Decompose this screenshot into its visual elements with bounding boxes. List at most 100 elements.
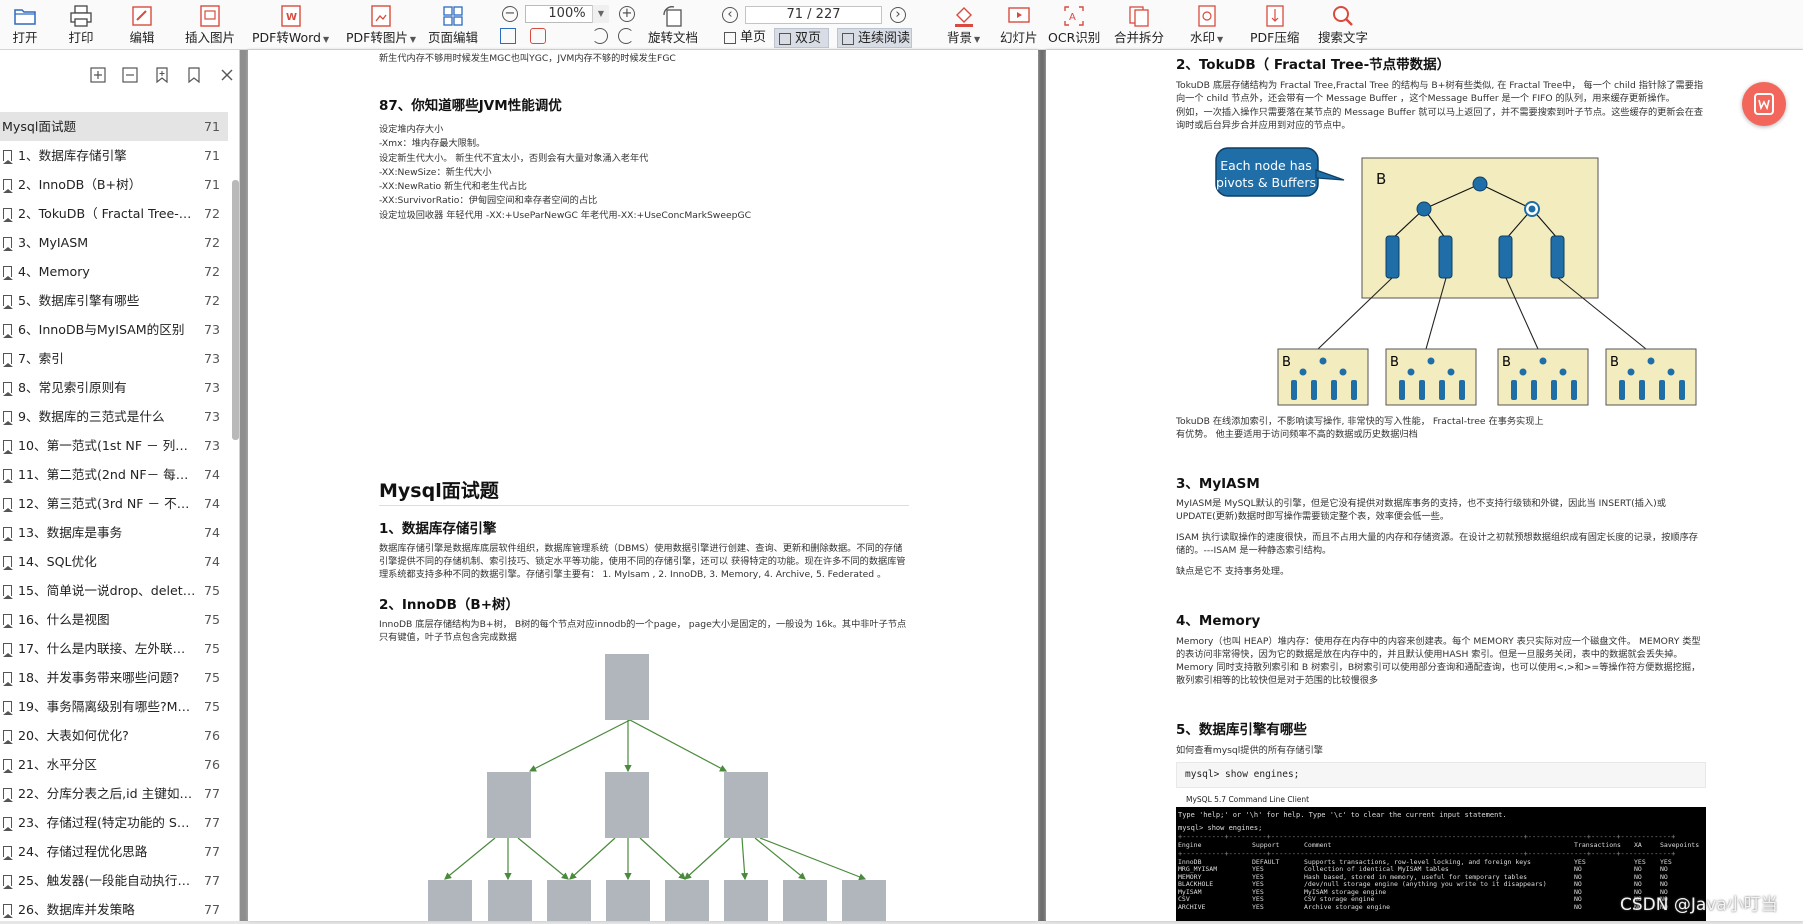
next-page-button[interactable]: ›	[890, 7, 906, 23]
background-button[interactable]: 背景 ▼	[947, 3, 980, 47]
search-text-button[interactable]: 搜索文字	[1318, 3, 1368, 45]
add-bookmark-icon[interactable]	[153, 66, 171, 84]
outline-item[interactable]: 15、简单说一说drop、delete... 75	[0, 576, 228, 605]
previous-page-button[interactable]: ‹	[722, 7, 738, 23]
outline-item[interactable]: 25、触发器(一段能自动执行的... 77	[0, 866, 228, 895]
bookmark-icon[interactable]	[185, 66, 203, 84]
outline-item[interactable]: 12、第三范式(3rd NF － 不存... 74	[0, 489, 228, 518]
zoom-in-button[interactable]: +	[619, 6, 635, 22]
leaf-pivot	[1319, 357, 1327, 365]
pdf-to-word-button[interactable]: W PDF转Word ▼	[252, 3, 329, 47]
bookmark-icon	[3, 527, 13, 541]
zoom-dropdown-icon[interactable]: ▼	[592, 5, 609, 23]
slideshow-button[interactable]: 幻灯片	[1000, 3, 1038, 45]
single-page-button[interactable]: 单页	[720, 28, 766, 48]
folder-icon	[12, 3, 38, 29]
bookmark-icon	[3, 150, 13, 164]
zoom-out-button[interactable]: −	[502, 6, 518, 22]
page-number-input[interactable]: 71 / 227	[745, 6, 882, 24]
continuous-icon	[842, 33, 854, 45]
myisam-heading: 3、MyIASM	[1176, 476, 1260, 492]
floating-action-button[interactable]	[1742, 82, 1786, 126]
actual-size-icon[interactable]	[500, 28, 516, 44]
outline-item[interactable]: 9、数据库的三范式是什么 73	[0, 402, 228, 431]
merge-split-button[interactable]: 合并拆分	[1114, 3, 1164, 45]
rotate-right-icon[interactable]	[618, 28, 634, 44]
tokudb-after: TokuDB 在线添加索引，不影响读写操作, 非常快的写入性能， Fractal…	[1176, 416, 1544, 440]
svg-text:W: W	[286, 12, 297, 23]
q87-line: -XX:SurvivorRatio：伊甸园空间和幸存者空间的占比	[379, 195, 598, 207]
pdf-to-image-button[interactable]: PDF转图片 ▼	[346, 3, 416, 47]
outline-item[interactable]: 17、什么是内联接、左外联接... 75	[0, 634, 228, 663]
outline-item[interactable]: 20、大表如何优化? 76	[0, 721, 228, 750]
close-icon[interactable]	[218, 66, 236, 84]
watermark-text: CSDN @Java小叮当	[1620, 895, 1778, 915]
outline-item[interactable]: 1、数据库存储引擎 71	[0, 141, 228, 170]
bookmark-icon	[3, 730, 13, 744]
chevron-down-icon: ▼	[409, 35, 417, 44]
pdf-compress-button[interactable]: PDF压缩	[1250, 3, 1299, 45]
continuous-reading-button[interactable]: 连续阅读	[837, 28, 912, 48]
node-letter: B	[1376, 170, 1386, 188]
sidebar-scrollbar[interactable]	[232, 180, 239, 440]
edit-button[interactable]: 编辑	[129, 3, 155, 45]
outline-item[interactable]: 14、SQL优化 74	[0, 547, 228, 576]
leaf-buffer	[1419, 380, 1425, 400]
s1-heading: 1、数据库存储引擎	[379, 521, 497, 537]
compress-icon	[1262, 3, 1288, 29]
bookmark-icon	[3, 846, 13, 860]
leaf-buffer	[1399, 380, 1405, 400]
outline-item[interactable]: 26、数据库并发策略 77	[0, 895, 228, 924]
outline-item[interactable]: 11、第二范式(2nd NF－ 每个... 74	[0, 460, 228, 489]
watermark-button[interactable]: 水印 ▼	[1190, 3, 1223, 47]
outline-item[interactable]: 13、数据库是事务 74	[0, 518, 228, 547]
ocr-button[interactable]: A OCR识别	[1048, 3, 1100, 45]
leaf-pivot	[1447, 368, 1455, 376]
tokudb-body-2: 例如，一次插入操作只需要落在某节点的 Message Buffer 就可以马上返…	[1176, 107, 1704, 131]
main-toolbar: 打开 打印 编辑 插入图片 W PDF转Word ▼ PDF转图片 ▼ 页面编辑 −…	[0, 0, 1803, 50]
outline-item[interactable]: 2、TokuDB（ Fractal Tree-节... 72	[0, 199, 228, 228]
outline-item[interactable]: 24、存储过程优化思路 77	[0, 837, 228, 866]
outline-item[interactable]: 19、事务隔离级别有哪些?MyS... 75	[0, 692, 228, 721]
q87-line: 设定新生代大小。 新生代不宜太小，否则会有大量对象涌入老年代	[379, 152, 649, 164]
outline-item[interactable]: 5、数据库引擎有哪些 72	[0, 286, 228, 315]
splitter[interactable]	[240, 50, 248, 921]
outline-item[interactable]: 3、MyIASM 72	[0, 228, 228, 257]
double-page-button[interactable]: 双页	[774, 28, 829, 48]
double-page-icon	[779, 33, 791, 45]
outline-root-item[interactable]: Mysql面试题 71	[0, 112, 228, 141]
outline-item[interactable]: 7、索引 73	[0, 344, 228, 373]
leaf-pivot	[1299, 368, 1307, 376]
page-edit-button[interactable]: 页面编辑	[428, 3, 478, 45]
leaf-pivot	[1539, 357, 1547, 365]
rotate-document-button[interactable]: 旋转文档	[648, 3, 698, 45]
search-icon	[1330, 3, 1356, 29]
outline-item[interactable]: 16、什么是视图 75	[0, 605, 228, 634]
leaf-buffer	[1551, 380, 1557, 400]
bookmark-icon	[3, 179, 13, 193]
outline-item[interactable]: 18、并发事务带来哪些问题? 75	[0, 663, 228, 692]
outline-item[interactable]: 8、常见索引原则有 73	[0, 373, 228, 402]
outline-item[interactable]: 2、InnoDB（B+树） 71	[0, 170, 228, 199]
outline-item[interactable]: 21、水平分区 76	[0, 750, 228, 779]
collapse-all-icon[interactable]	[121, 66, 139, 84]
outline-item[interactable]: 10、第一范式(1st NF － 列都... 73	[0, 431, 228, 460]
print-button[interactable]: 打印	[68, 3, 94, 45]
bookmark-icon	[3, 788, 13, 802]
paint-bucket-icon	[951, 3, 977, 29]
outline-item[interactable]: 4、Memory 72	[0, 257, 228, 286]
bookmark-icon	[3, 701, 13, 715]
fit-page-icon[interactable]	[530, 28, 546, 44]
open-button[interactable]: 打开	[12, 3, 38, 45]
section-heading: Mysql面试题	[379, 480, 499, 502]
outline-item[interactable]: 23、存储过程(特定功能的 SQL... 77	[0, 808, 228, 837]
divider	[379, 505, 909, 506]
outline-item[interactable]: 6、InnoDB与MyISAM的区别 73	[0, 315, 228, 344]
insert-image-button[interactable]: 插入图片	[185, 3, 235, 45]
bookmark-icon	[3, 266, 13, 280]
expand-all-icon[interactable]	[89, 66, 107, 84]
leaf-pivot	[1667, 368, 1675, 376]
rotate-left-icon[interactable]	[592, 28, 608, 44]
outline-item[interactable]: 22、分库分表之后,id 主键如何... 77	[0, 779, 228, 808]
leaf-buffer	[1351, 380, 1357, 400]
